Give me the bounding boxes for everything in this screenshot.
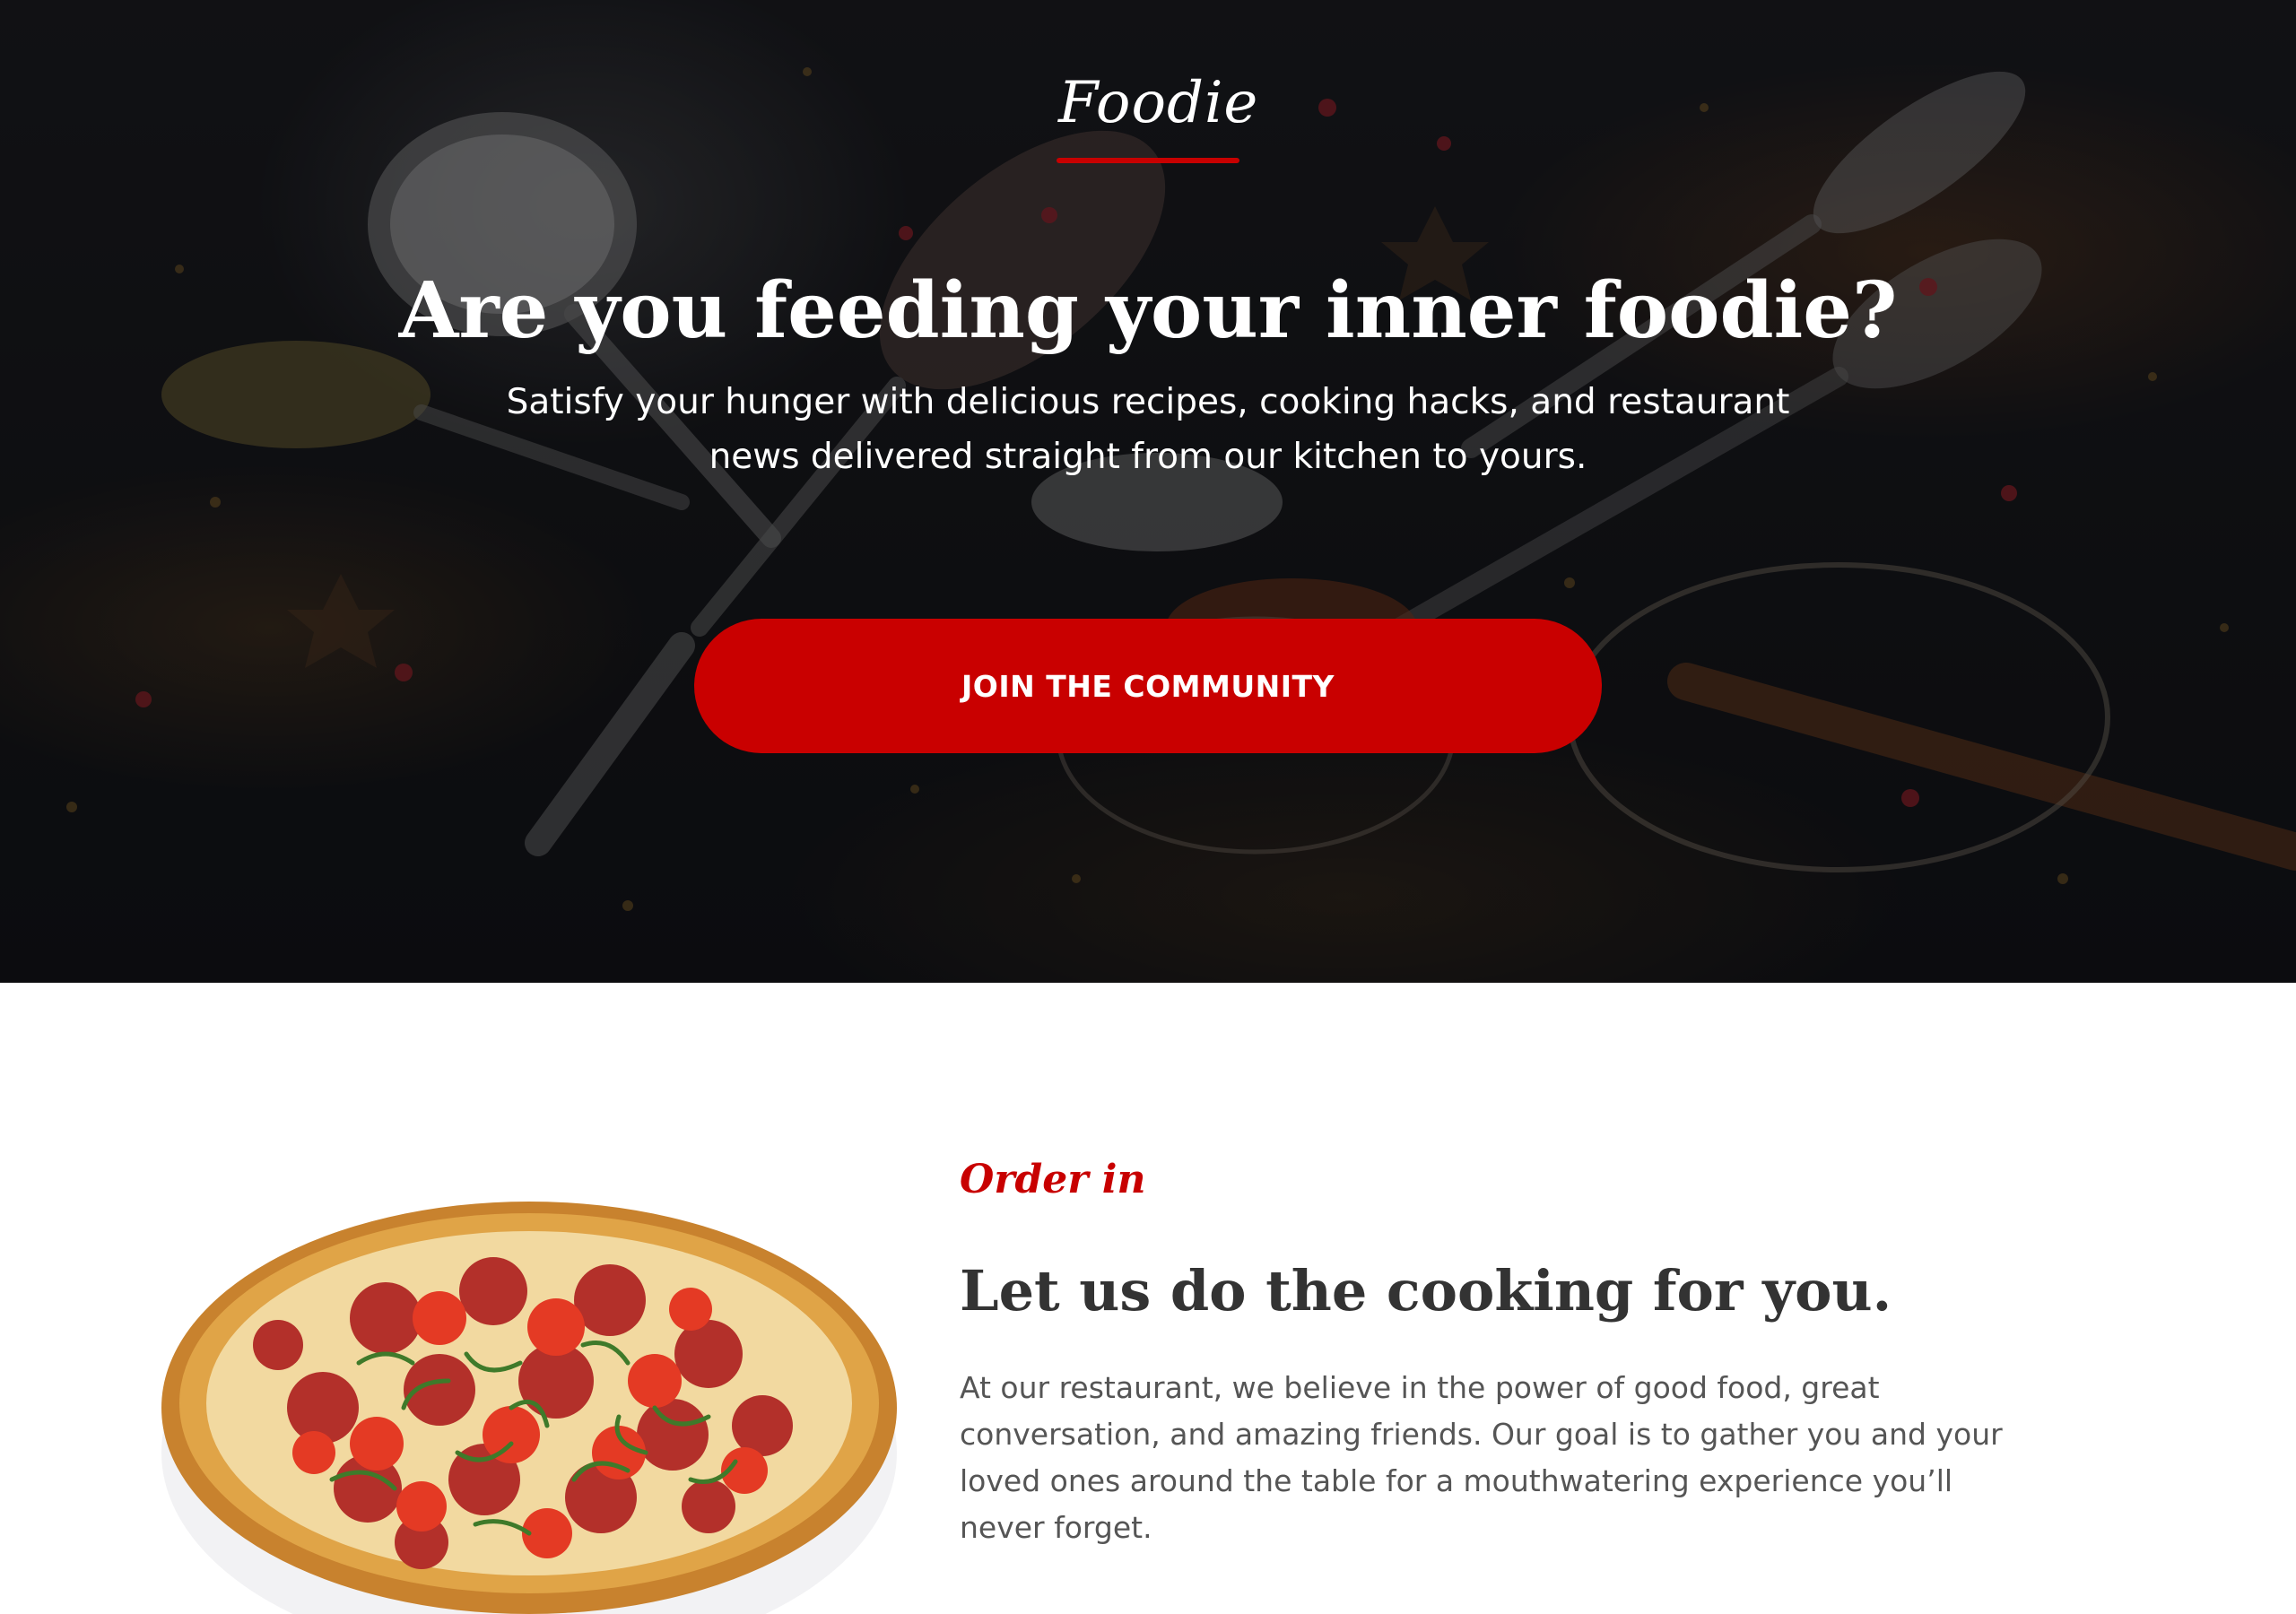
hero-title: Are you feeding your inner foodie? — [398, 265, 1898, 356]
pizza-image — [161, 1202, 897, 1614]
hero-section: Foodie Are you feeding your inner foodie… — [0, 0, 2296, 983]
site-logo[interactable]: Foodie — [1058, 70, 1257, 136]
hero-subtitle: Satisfy your hunger with delicious recip… — [506, 382, 1790, 477]
join-community-button[interactable]: JOIN THE COMMUNITY — [694, 619, 1602, 753]
section-title: Let us do the cooking for you. — [960, 1258, 1892, 1323]
logo-underline — [1057, 158, 1239, 163]
section-body: At our restaurant, we believe in the pow… — [960, 1370, 2003, 1545]
section-eyebrow: Order in — [960, 1157, 1146, 1202]
hero-overlay — [0, 0, 2296, 983]
